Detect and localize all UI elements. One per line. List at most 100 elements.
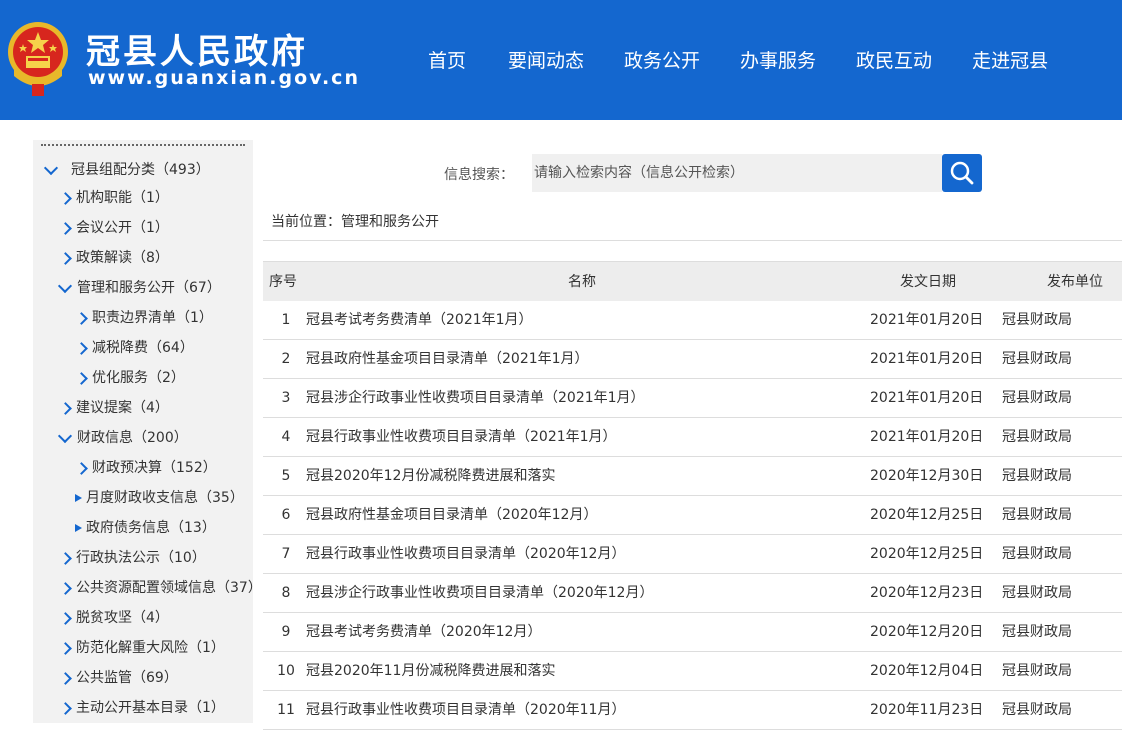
nav-interaction[interactable]: 政民互动 xyxy=(856,46,932,73)
tree-item-meetings[interactable]: 会议公开（1） xyxy=(59,214,169,242)
row-date: 2020年12月04日 xyxy=(870,663,984,679)
site-title[interactable]: 冠县人民政府 xyxy=(86,24,308,73)
chevron-right-icon[interactable] xyxy=(59,221,72,235)
tree-item-label: 脱贫攻坚（4） xyxy=(76,610,169,626)
row-date: 2020年11月23日 xyxy=(870,702,984,718)
row-unit: 冠县财政局 xyxy=(1002,507,1072,523)
search-input[interactable] xyxy=(532,154,942,192)
table-row[interactable]: 5 冠县2020年12月份减税降费进展和落实 2020年12月30日 冠县财政局 xyxy=(263,457,1122,496)
tree-item-policy-interpretation[interactable]: 政策解读（8） xyxy=(59,244,169,272)
tree-item-optimize-services[interactable]: 优化服务（2） xyxy=(75,364,185,392)
chevron-right-icon[interactable] xyxy=(75,371,88,385)
tree-item-finance-info[interactable]: 财政信息（200） xyxy=(57,424,188,452)
tree-item-label: 月度财政收支信息（35） xyxy=(86,490,244,506)
chevron-down-icon[interactable] xyxy=(43,160,59,175)
chevron-right-icon[interactable] xyxy=(75,341,88,355)
search-label: 信息搜索： xyxy=(444,167,514,183)
tree-item-poverty-alleviation[interactable]: 脱贫攻坚（4） xyxy=(59,604,169,632)
column-header-unit: 发布单位 xyxy=(1047,274,1103,290)
row-title-link[interactable]: 冠县行政事业性收费项目目录清单（2021年1月） xyxy=(306,418,617,456)
nav-home[interactable]: 首页 xyxy=(428,46,468,73)
chevron-down-icon[interactable] xyxy=(57,428,73,443)
tree-item-responsibility-list[interactable]: 职责边界清单（1） xyxy=(75,304,213,332)
tree-item-basic-catalog[interactable]: 主动公开基本目录（1） xyxy=(59,694,225,722)
chevron-right-icon[interactable] xyxy=(75,311,88,325)
tree-item-label: 公共监管（69） xyxy=(76,670,178,686)
tree-item-law-enforcement[interactable]: 行政执法公示（10） xyxy=(59,544,206,572)
nav-news[interactable]: 要闻动态 xyxy=(508,46,584,73)
search-button[interactable] xyxy=(942,154,982,192)
tree-item-management-services[interactable]: 管理和服务公开（67） xyxy=(57,274,221,302)
chevron-right-icon[interactable] xyxy=(75,461,88,475)
row-unit: 冠县财政局 xyxy=(1002,624,1072,640)
triangle-right-icon[interactable] xyxy=(75,524,82,532)
chevron-right-icon[interactable] xyxy=(59,251,72,265)
chevron-right-icon[interactable] xyxy=(59,191,72,205)
tree-item-org-functions[interactable]: 机构职能（1） xyxy=(59,184,169,212)
chevron-right-icon[interactable] xyxy=(59,401,72,415)
row-title-link[interactable]: 冠县2020年11月份减税降费进展和落实 xyxy=(306,652,555,690)
tree-item-label: 减税降费（64） xyxy=(92,340,194,356)
row-unit: 冠县财政局 xyxy=(1002,663,1072,679)
table-row[interactable]: 6 冠县政府性基金项目目录清单（2020年12月） 2020年12月25日 冠县财政局 xyxy=(263,496,1122,535)
row-unit: 冠县财政局 xyxy=(1002,429,1072,445)
column-header-name: 名称 xyxy=(568,274,596,290)
table-row[interactable]: 3 冠县涉企行政事业性收费项目目录清单（2021年1月） 2021年01月20日 冠县… xyxy=(263,379,1122,418)
tree-item-label: 主动公开基本目录（1） xyxy=(76,700,225,716)
table-row[interactable]: 4 冠县行政事业性收费项目目录清单（2021年1月） 2021年01月20日 冠县财政… xyxy=(263,418,1122,457)
tree-item-public-supervision[interactable]: 公共监管（69） xyxy=(59,664,178,692)
nav-government-affairs[interactable]: 政务公开 xyxy=(624,46,700,73)
row-date: 2020年12月25日 xyxy=(870,546,984,562)
nav-about[interactable]: 走进冠县 xyxy=(972,46,1048,73)
chevron-right-icon[interactable] xyxy=(59,671,72,685)
row-title-link[interactable]: 冠县2020年12月份减税降费进展和落实 xyxy=(306,457,555,495)
column-header-date: 发文日期 xyxy=(900,274,956,290)
tree-item-government-debt[interactable]: 政府债务信息（13） xyxy=(73,514,216,542)
tree-item-tax-reduction[interactable]: 减税降费（64） xyxy=(75,334,194,362)
chevron-right-icon[interactable] xyxy=(59,551,72,565)
triangle-right-icon[interactable] xyxy=(75,494,82,502)
chevron-right-icon[interactable] xyxy=(59,611,72,625)
row-index: 7 xyxy=(281,546,291,562)
row-title-link[interactable]: 冠县涉企行政事业性收费项目目录清单（2021年1月） xyxy=(306,379,645,417)
row-title-link[interactable]: 冠县行政事业性收费项目目录清单（2020年11月） xyxy=(306,691,625,729)
tree-item-public-resources[interactable]: 公共资源配置领域信息（37） xyxy=(59,574,253,602)
table-row[interactable]: 1 冠县考试考务费清单（2021年1月） 2021年01月20日 冠县财政局 xyxy=(263,301,1122,340)
national-emblem-icon[interactable] xyxy=(6,18,70,98)
chevron-down-icon[interactable] xyxy=(57,278,73,293)
row-title-link[interactable]: 冠县政府性基金项目目录清单（2020年12月） xyxy=(306,496,597,534)
row-date: 2021年01月20日 xyxy=(870,390,984,406)
tree-item-budget[interactable]: 财政预决算（152） xyxy=(75,454,217,482)
table-row[interactable]: 7 冠县行政事业性收费项目目录清单（2020年12月） 2020年12月25日 冠县财… xyxy=(263,535,1122,574)
tree-item-label: 财政信息（200） xyxy=(77,430,188,446)
table-row[interactable]: 2 冠县政府性基金项目目录清单（2021年1月） 2021年01月20日 冠县财政局 xyxy=(263,340,1122,379)
row-index: 2 xyxy=(281,351,291,367)
breadcrumb: 当前位置：管理和服务公开 xyxy=(271,214,439,230)
table-row[interactable]: 8 冠县涉企行政事业性收费项目目录清单（2020年12月） 2020年12月23日 冠… xyxy=(263,574,1122,613)
tree-item-label: 公共资源配置领域信息（37） xyxy=(76,580,253,596)
chevron-right-icon[interactable] xyxy=(59,581,72,595)
row-date: 2020年12月23日 xyxy=(870,585,984,601)
table-row[interactable]: 11 冠县行政事业性收费项目目录清单（2020年11月） 2020年11月23日 冠县… xyxy=(263,691,1122,730)
row-title-link[interactable]: 冠县行政事业性收费项目目录清单（2020年12月） xyxy=(306,535,625,573)
row-unit: 冠县财政局 xyxy=(1002,546,1072,562)
tree-item-proposals[interactable]: 建议提案（4） xyxy=(59,394,169,422)
chevron-right-icon[interactable] xyxy=(59,641,72,655)
tree-item-risk-prevention[interactable]: 防范化解重大风险（1） xyxy=(59,634,225,662)
tree-item-label: 会议公开（1） xyxy=(76,220,169,236)
tree-item-monthly-finance[interactable]: 月度财政收支信息（35） xyxy=(73,484,244,512)
table-row[interactable]: 10 冠县2020年11月份减税降费进展和落实 2020年12月04日 冠县财政局 xyxy=(263,652,1122,691)
table-row[interactable]: 9 冠县考试考务费清单（2020年12月） 2020年12月20日 冠县财政局 xyxy=(263,613,1122,652)
site-url: www.guanxian.gov.cn xyxy=(88,67,360,89)
tree-item-root[interactable]: 冠县组配分类（493） xyxy=(43,156,210,184)
sidebar-tree: 冠县组配分类（493） 机构职能（1） 会议公开（1） 政策解读（8） 管理和服… xyxy=(33,140,253,723)
row-index: 6 xyxy=(281,507,291,523)
row-date: 2020年12月25日 xyxy=(870,507,984,523)
row-title-link[interactable]: 冠县考试考务费清单（2021年1月） xyxy=(306,301,533,339)
divider xyxy=(263,240,1122,241)
row-title-link[interactable]: 冠县政府性基金项目目录清单（2021年1月） xyxy=(306,340,589,378)
row-title-link[interactable]: 冠县考试考务费清单（2020年12月） xyxy=(306,613,541,651)
chevron-right-icon[interactable] xyxy=(59,701,72,715)
row-title-link[interactable]: 冠县涉企行政事业性收费项目目录清单（2020年12月） xyxy=(306,574,653,612)
nav-services[interactable]: 办事服务 xyxy=(740,46,816,73)
